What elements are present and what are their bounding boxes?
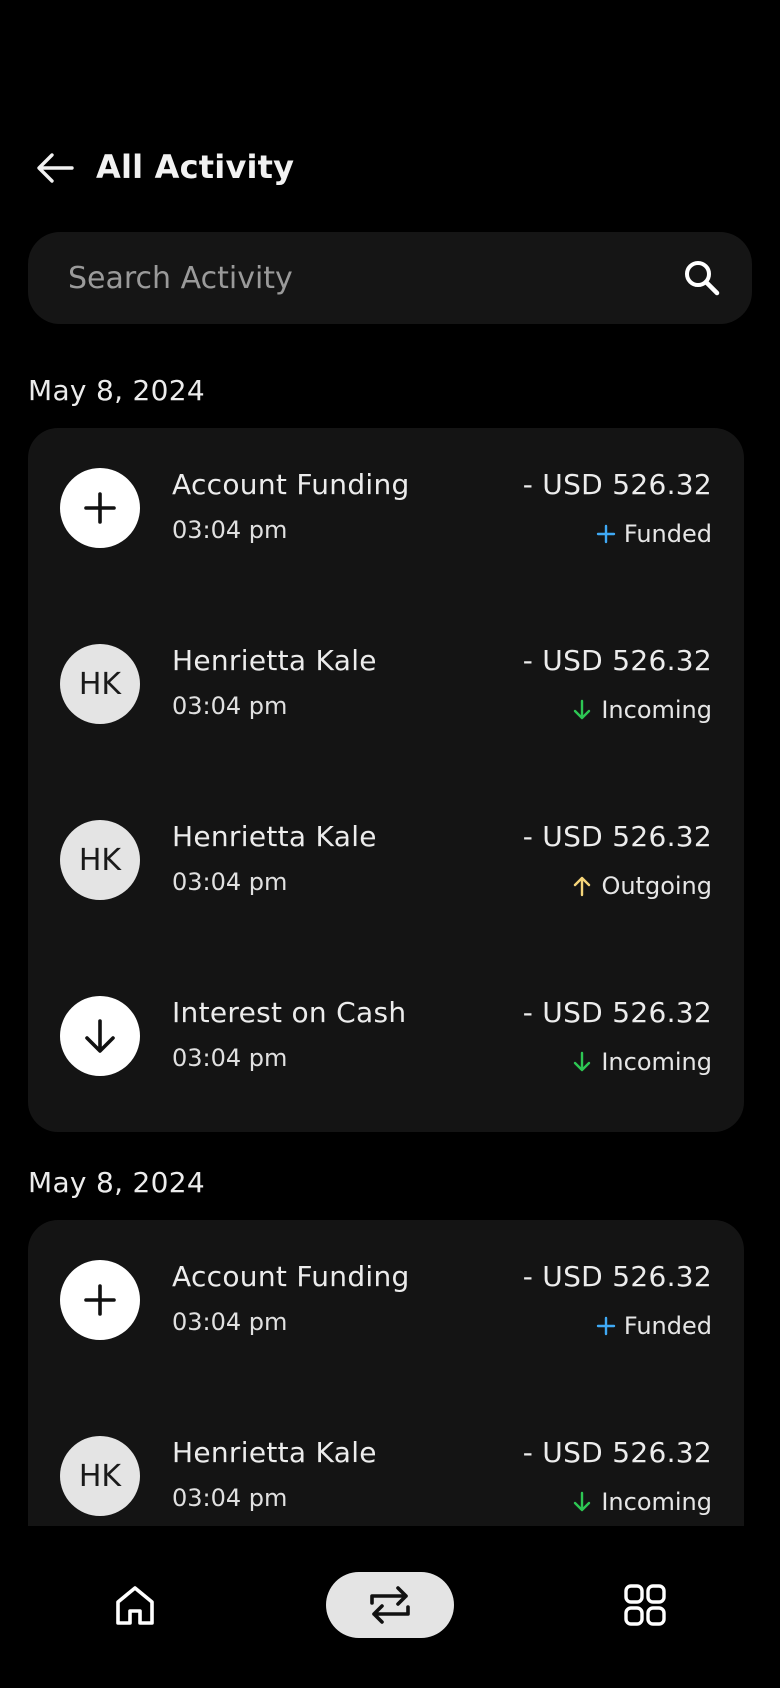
group-date: May 8, 2024 [28, 1166, 205, 1199]
nav-home[interactable] [100, 1572, 170, 1638]
home-icon [116, 1586, 154, 1625]
arrow-left-icon [37, 153, 74, 183]
activity-status: Funded [596, 1312, 712, 1340]
nav-activity[interactable] [326, 1572, 454, 1638]
activity-time: 03:04 pm [172, 1308, 288, 1336]
arrow-down-icon [573, 1490, 595, 1514]
activity-row[interactable]: Account Funding 03:04 pm - USD 526.32 Funde… [28, 1220, 744, 1396]
activity-amount: - USD 526.32 [522, 644, 712, 677]
arrow-down-icon [573, 698, 595, 722]
plus-icon [60, 1260, 140, 1340]
activity-time: 03:04 pm [172, 868, 288, 896]
activity-amount: - USD 526.32 [522, 996, 712, 1029]
activity-status: Incoming [573, 1048, 712, 1076]
arrow-down-icon [60, 996, 140, 1076]
activity-status: Funded [596, 520, 712, 548]
activity-amount: - USD 526.32 [522, 820, 712, 853]
activity-row[interactable]: Account Funding 03:04 pm - USD 526.32 Funde… [28, 428, 744, 604]
avatar-initials: HK [60, 1436, 140, 1516]
activity-status-label: Funded [623, 520, 712, 548]
activity-amount: - USD 526.32 [522, 1260, 712, 1293]
search-icon [685, 261, 720, 296]
activity-status: Incoming [573, 1488, 712, 1516]
arrow-down-icon [573, 1050, 595, 1074]
activity-status: Outgoing [573, 872, 712, 900]
activity-row[interactable]: HK Henrietta Kale 03:04 pm - USD 526.32 Inco… [28, 604, 744, 780]
activity-row[interactable]: HK Henrietta Kale 03:04 pm - USD 526.32 Outg… [28, 780, 744, 956]
arrow-up-icon [573, 874, 595, 898]
header: All Activity [0, 128, 780, 208]
activity-screen: All Activity May 8, 2024 Account Funding 0… [0, 0, 780, 1688]
search-button[interactable] [678, 254, 726, 302]
swap-icon [370, 1586, 410, 1624]
plus-icon [596, 522, 618, 546]
activity-time: 03:04 pm [172, 1484, 288, 1512]
activity-name: Henrietta Kale [172, 820, 377, 853]
nav-apps[interactable] [610, 1572, 680, 1638]
activity-row[interactable]: HK Henrietta Kale 03:04 pm - USD 526.32 Inco… [28, 1396, 744, 1526]
plus-icon [60, 468, 140, 548]
activity-status-label: Funded [623, 1312, 712, 1340]
activity-time: 03:04 pm [172, 516, 288, 544]
activity-status-label: Incoming [601, 696, 712, 724]
plus-icon [596, 1314, 618, 1338]
activity-card: Account Funding 03:04 pm - USD 526.32 Funde… [28, 1220, 744, 1526]
activity-name: Henrietta Kale [172, 1436, 377, 1469]
activity-name: Henrietta Kale [172, 644, 377, 677]
activity-status: Incoming [573, 696, 712, 724]
group-date: May 8, 2024 [28, 374, 205, 407]
activity-name: Interest on Cash [172, 996, 407, 1029]
activity-amount: - USD 526.32 [522, 1436, 712, 1469]
search-input[interactable] [68, 232, 668, 324]
activity-name: Account Funding [172, 1260, 410, 1293]
activity-amount: - USD 526.32 [522, 468, 712, 501]
activity-time: 03:04 pm [172, 692, 288, 720]
page-title: All Activity [96, 148, 295, 186]
avatar-initials: HK [60, 820, 140, 900]
apps-grid-icon [624, 1584, 666, 1626]
search-bar [28, 232, 752, 324]
activity-status-label: Outgoing [601, 872, 712, 900]
bottom-nav [0, 1526, 780, 1688]
back-button[interactable] [30, 146, 80, 190]
activity-name: Account Funding [172, 468, 410, 501]
activity-row[interactable]: Interest on Cash 03:04 pm - USD 526.32 Inco… [28, 956, 744, 1132]
avatar-initials: HK [60, 644, 140, 724]
activity-card: Account Funding 03:04 pm - USD 526.32 Funde… [28, 428, 744, 1132]
activity-time: 03:04 pm [172, 1044, 288, 1072]
activity-status-label: Incoming [601, 1488, 712, 1516]
activity-status-label: Incoming [601, 1048, 712, 1076]
